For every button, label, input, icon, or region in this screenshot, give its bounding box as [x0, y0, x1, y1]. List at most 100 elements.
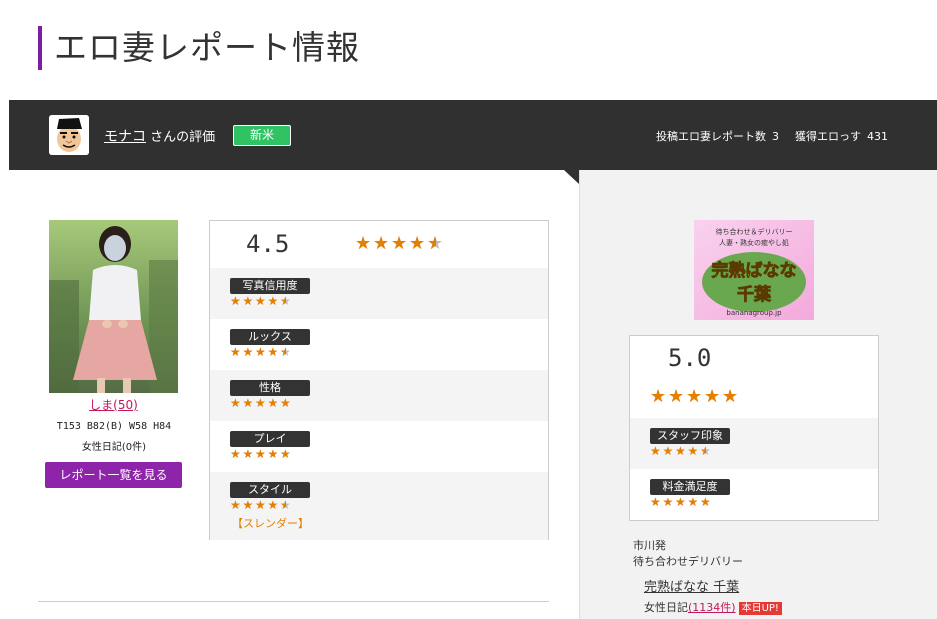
star-icon: ★ ★: [267, 345, 279, 359]
star-icon: ★ ★: [242, 447, 254, 461]
star-icon: ★ ★: [280, 498, 291, 512]
reviewer-stats: 投稿エロ妻レポート数 3 獲得エロっす 431: [656, 128, 888, 144]
star-icon: ★ ★: [373, 233, 390, 254]
star-icon: ★ ★: [255, 396, 266, 410]
star-icon: ★ ★: [722, 386, 739, 407]
star-icon: ★ ★: [255, 294, 266, 308]
criterion-label: 写真信用度: [230, 278, 310, 294]
star-icon: ★ ★: [280, 345, 291, 359]
star-icon: ★ ★: [686, 386, 703, 407]
points-value: 431: [867, 130, 888, 143]
shop-criterion-label: スタッフ印象: [650, 428, 730, 444]
star-icon: ★ ★: [255, 498, 266, 512]
star-icon: ★ ★: [675, 495, 686, 509]
shop-criterion-row: スタッフ印象 ★ ★ ★ ★ ★ ★ ★ ★ ★ ★: [630, 418, 878, 469]
criterion-row: プレイ ★ ★ ★ ★ ★ ★ ★ ★ ★ ★: [210, 421, 548, 472]
shop-name-link[interactable]: 完熟ばなな 千葉: [644, 576, 739, 595]
shop-diary-count-link[interactable]: (1134件): [688, 601, 736, 614]
reviewer-bar: モナコ さんの評価 新米 投稿エロ妻レポート数 3 獲得エロっす 431: [9, 100, 937, 170]
girl-score-box: 4.5 ★ ★ ★ ★ ★ ★ ★ ★ ★ ★ 写真信用度 ★ ★ ★ ★ ★ ★ ★ ★ ★ ★ ルックス ★ ★ ★…: [209, 220, 549, 540]
shop-area: 市川発: [633, 539, 666, 552]
criterion-stars: ★ ★ ★ ★ ★ ★ ★ ★ ★ ★: [230, 295, 293, 307]
today-update-badge: 本日UP!: [738, 602, 782, 615]
girl-diary[interactable]: 女性日記(0件): [40, 438, 188, 453]
criterion-row: スタイル ★ ★ ★ ★ ★ ★ ★ ★ ★ ★ 【スレンダー】: [210, 472, 548, 540]
criterion-label: ルックス: [230, 329, 310, 345]
banner-url: bananagroup.jp: [726, 309, 782, 317]
avatar[interactable]: [49, 115, 89, 155]
shop-diary: 女性日記(1134件) 本日UP!: [644, 599, 782, 615]
star-icon: ★ ★: [242, 294, 254, 308]
criterion-row: 性格 ★ ★ ★ ★ ★ ★ ★ ★ ★ ★: [210, 370, 548, 421]
criterion-stars: ★ ★ ★ ★ ★ ★ ★ ★ ★ ★: [230, 448, 293, 460]
reviewer-name-link[interactable]: モナコ: [104, 129, 146, 145]
banner-title1: 完熟ばなな: [712, 260, 797, 281]
points-label: 獲得エロっす: [795, 130, 861, 143]
star-icon: ★ ★: [704, 386, 721, 407]
star-icon: ★ ★: [267, 294, 279, 308]
criterion-stars: ★ ★ ★ ★ ★ ★ ★ ★ ★ ★: [230, 397, 293, 409]
girl-name-link[interactable]: しま(50): [89, 398, 138, 412]
star-icon: ★ ★: [675, 444, 686, 458]
report-list-button[interactable]: レポート一覧を見る: [45, 462, 182, 488]
star-icon: ★ ★: [267, 447, 279, 461]
shop-criterion-stars: ★ ★ ★ ★ ★ ★ ★ ★ ★ ★: [650, 445, 713, 457]
star-icon: ★ ★: [700, 444, 711, 458]
shop-score-total: 5.0: [668, 344, 712, 372]
criterion-label: 性格: [230, 380, 310, 396]
banner-line2: 人妻・熟女の癒やし処: [719, 238, 789, 247]
star-icon: ★ ★: [427, 233, 444, 254]
star-icon: ★ ★: [280, 294, 291, 308]
star-icon: ★ ★: [662, 495, 674, 509]
girl-photo-image: [49, 220, 178, 393]
star-icon: ★ ★: [355, 233, 372, 254]
star-icon: ★ ★: [280, 396, 291, 410]
girl-size: T153 B82(B) W58 H84: [56, 421, 172, 432]
shop-banner[interactable]: 待ち合わせ＆デリバリー 人妻・熟女の癒やし処 完熟ばなな 千葉 bananagr…: [694, 220, 814, 320]
shop-diary-label: 女性日記: [644, 601, 688, 614]
star-icon: ★ ★: [230, 396, 241, 410]
star-icon: ★ ★: [267, 396, 279, 410]
star-icon: ★ ★: [230, 447, 241, 461]
star-icon: ★ ★: [267, 498, 279, 512]
shop-criterion-stars: ★ ★ ★ ★ ★ ★ ★ ★ ★ ★: [650, 496, 713, 508]
page-title: エロ妻レポート情報: [54, 28, 360, 67]
criterion-row: 写真信用度 ★ ★ ★ ★ ★ ★ ★ ★ ★ ★: [210, 268, 548, 319]
star-icon: ★ ★: [230, 345, 241, 359]
reviewer-avatar-icon: [49, 115, 89, 155]
girl-total-stars: ★ ★ ★ ★ ★ ★ ★ ★ ★ ★: [355, 235, 445, 253]
star-icon: ★ ★: [280, 447, 291, 461]
criterion-row: ルックス ★ ★ ★ ★ ★ ★ ★ ★ ★ ★: [210, 319, 548, 370]
star-icon: ★ ★: [242, 396, 254, 410]
criterion-label: スタイル: [230, 482, 310, 498]
star-icon: ★ ★: [700, 495, 711, 509]
shop-banner-image: 待ち合わせ＆デリバリー 人妻・熟女の癒やし処 完熟ばなな 千葉 bananagr…: [694, 220, 814, 320]
star-icon: ★ ★: [668, 386, 685, 407]
posts-label: 投稿エロ妻レポート数: [656, 130, 766, 143]
criterion-label: プレイ: [230, 431, 310, 447]
star-icon: ★ ★: [409, 233, 426, 254]
star-icon: ★ ★: [255, 345, 266, 359]
star-icon: ★ ★: [230, 294, 241, 308]
star-icon: ★ ★: [662, 444, 674, 458]
shop-type: 待ち合わせデリバリー: [633, 555, 743, 568]
star-icon: ★ ★: [687, 495, 699, 509]
star-icon: ★ ★: [650, 444, 661, 458]
posts-value: 3: [772, 130, 779, 143]
star-icon: ★ ★: [242, 345, 254, 359]
reviewer-suffix: さんの評価: [150, 130, 216, 145]
reviewer-name-line: モナコ さんの評価: [104, 126, 215, 146]
girl-name-line: しま(50): [49, 396, 178, 413]
star-icon: ★ ★: [650, 386, 667, 407]
star-icon: ★ ★: [650, 495, 661, 509]
page-title-wrap: エロ妻レポート情報: [38, 26, 360, 70]
star-icon: ★ ★: [230, 498, 241, 512]
criterion-stars: ★ ★ ★ ★ ★ ★ ★ ★ ★ ★: [230, 499, 293, 511]
star-icon: ★ ★: [391, 233, 408, 254]
shop-criterion-label: 料金満足度: [650, 479, 730, 495]
star-icon: ★ ★: [255, 447, 266, 461]
girl-score-total: 4.5: [246, 230, 290, 258]
criterion-stars: ★ ★ ★ ★ ★ ★ ★ ★ ★ ★: [230, 346, 293, 358]
criterion-extra: 【スレンダー】: [232, 517, 309, 530]
girl-photo[interactable]: [49, 220, 178, 393]
